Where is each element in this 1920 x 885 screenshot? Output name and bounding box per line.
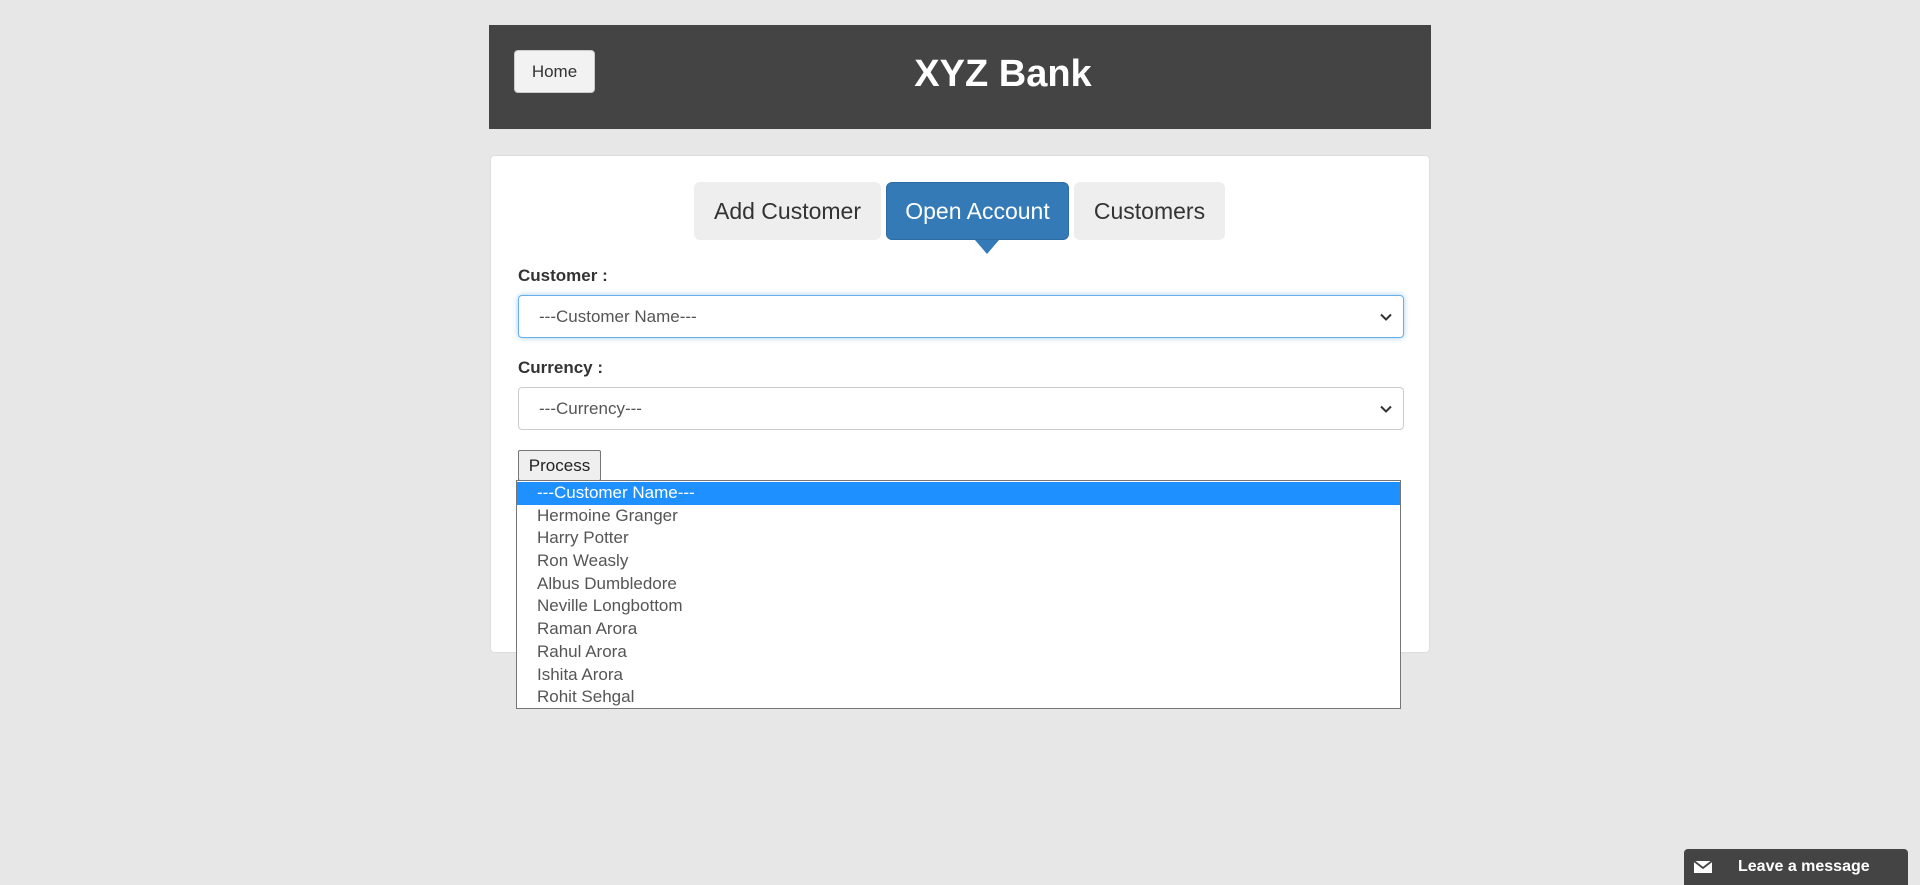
chevron-down-icon — [1380, 405, 1392, 413]
customer-option[interactable]: Neville Longbottom — [517, 595, 1400, 618]
currency-select[interactable]: ---Currency--- — [518, 387, 1404, 430]
chevron-down-icon — [1380, 313, 1392, 321]
active-tab-indicator — [975, 240, 999, 254]
currency-label: Currency : — [518, 358, 604, 377]
customer-option[interactable]: ---Customer Name--- — [517, 482, 1400, 505]
customer-dropdown-list: ---Customer Name--- Hermoine Granger Har… — [516, 480, 1401, 709]
customer-label: Customer : — [518, 266, 608, 285]
customer-select-value: ---Customer Name--- — [539, 306, 697, 326]
leave-message-widget[interactable]: Leave a message — [1684, 849, 1908, 885]
customer-option[interactable]: Ron Weasly — [517, 550, 1400, 573]
customer-option[interactable]: Harry Potter — [517, 527, 1400, 550]
customer-option[interactable]: Rohit Sehgal — [517, 686, 1400, 709]
tab-open-account[interactable]: Open Account — [886, 182, 1069, 240]
customer-select[interactable]: ---Customer Name--- — [518, 295, 1404, 338]
app-header: Home XYZ Bank — [489, 25, 1431, 129]
envelope-icon — [1684, 849, 1722, 885]
customer-option[interactable]: Rahul Arora — [517, 641, 1400, 664]
tab-add-customer[interactable]: Add Customer — [694, 182, 881, 240]
customer-option[interactable]: Raman Arora — [517, 618, 1400, 641]
process-button[interactable]: Process — [518, 450, 601, 481]
brand-title: XYZ Bank — [914, 53, 1092, 95]
tab-customers[interactable]: Customers — [1074, 182, 1225, 240]
leave-message-label: Leave a message — [1738, 858, 1870, 875]
customer-option[interactable]: Ishita Arora — [517, 664, 1400, 687]
customer-option[interactable]: Hermoine Granger — [517, 505, 1400, 528]
currency-select-value: ---Currency--- — [539, 398, 642, 418]
customer-option[interactable]: Albus Dumbledore — [517, 573, 1400, 596]
